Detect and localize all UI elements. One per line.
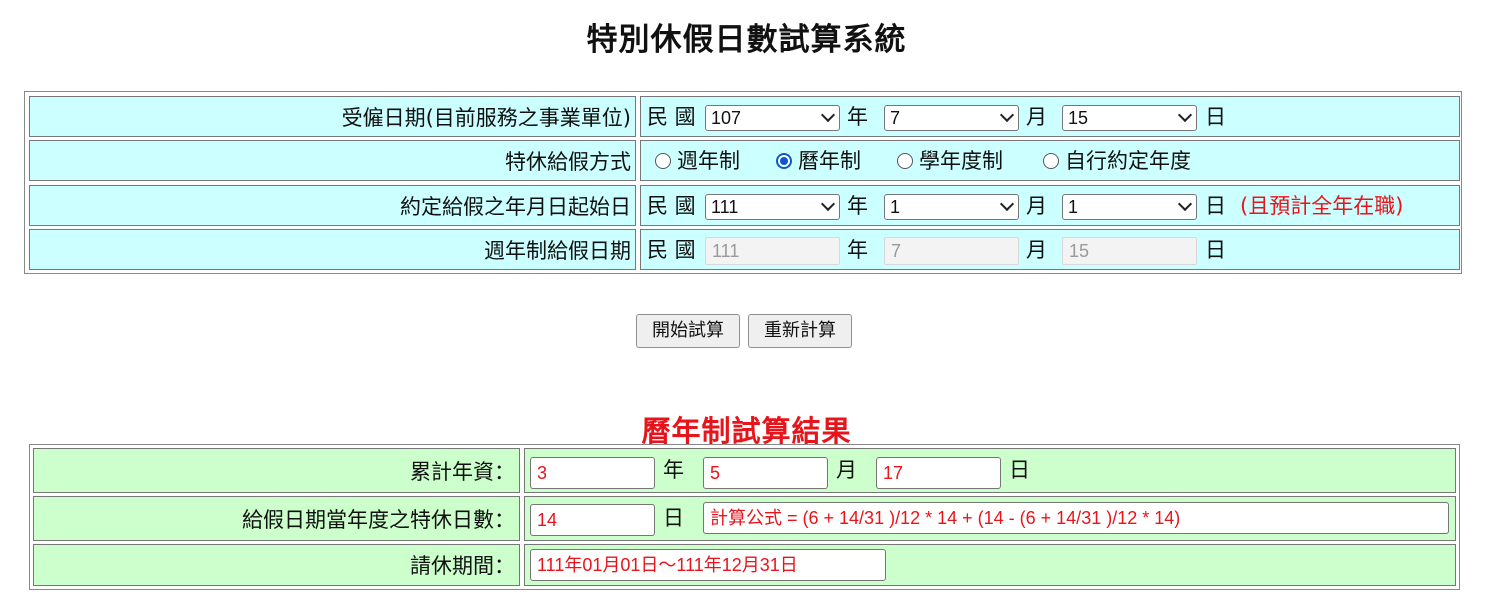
radio-custom-year[interactable]: [1043, 153, 1059, 169]
hire-month-value: 7: [890, 108, 901, 128]
agreed-year-value: 111: [711, 197, 739, 217]
anniversary-prefix: 民 國: [647, 238, 696, 262]
hire-year-select[interactable]: 107: [705, 105, 840, 131]
hire-date-label-text: 受僱日期(目前服務之事業單位): [341, 105, 631, 130]
seniority-days-field[interactable]: 17: [876, 457, 1001, 489]
leave-days-field[interactable]: 14: [530, 504, 655, 536]
hire-year-value: 107: [711, 108, 742, 128]
anniversary-year-unit: 年: [847, 238, 868, 262]
anniversary-date-label: 週年制給假日期: [29, 229, 636, 270]
leave-period-field[interactable]: 111年01月01日～111年12月31日: [530, 549, 886, 581]
reset-button[interactable]: 重新計算: [748, 314, 852, 348]
agreed-month-value: 1: [890, 197, 901, 217]
leave-period-label-text: 請休期間：: [410, 554, 515, 578]
anniversary-month-input[interactable]: 7: [884, 237, 1019, 265]
agreed-start-label-text: 約定給假之年月日起始日: [400, 194, 631, 219]
leave-period-label: 請休期間：: [33, 544, 520, 586]
chevron-down-icon: [1177, 196, 1193, 212]
hire-day-select[interactable]: 15: [1062, 105, 1197, 131]
chevron-down-icon: [820, 196, 836, 212]
seniority-label-text: 累計年資：: [410, 459, 515, 484]
radio-academic-year[interactable]: [897, 153, 913, 169]
seniority-years-unit: 年: [663, 458, 684, 482]
hire-day-unit: 日: [1205, 105, 1226, 129]
anniversary-year-input[interactable]: 111: [705, 237, 840, 265]
formula-field[interactable]: 計算公式 = (6 + 14/31 )/12 * 14 + (14 - (6 +…: [703, 502, 1449, 534]
agreed-year-unit: 年: [847, 194, 868, 218]
radio-anniversary-label[interactable]: 週年制: [677, 147, 740, 175]
hire-day-value: 15: [1068, 108, 1089, 128]
agreed-day-value: 1: [1068, 197, 1079, 217]
anniversary-day-unit: 日: [1205, 238, 1226, 262]
agreed-start-prefix: 民 國: [647, 194, 696, 218]
radio-academic-year-label[interactable]: 學年度制: [919, 147, 1003, 175]
full-year-note: (且預計全年在職): [1240, 194, 1404, 218]
radio-custom-year-label[interactable]: 自行約定年度: [1065, 147, 1191, 175]
anniversary-month-unit: 月: [1026, 238, 1047, 262]
leave-days-label: 給假日期當年度之特休日數：: [33, 496, 520, 541]
chevron-down-icon: [820, 107, 836, 123]
agreed-year-select[interactable]: 111: [705, 194, 840, 220]
page-title: 特別休假日數試算系統: [586, 22, 907, 58]
hire-date-prefix: 民 國: [647, 105, 696, 129]
chevron-down-icon: [999, 107, 1015, 123]
agreed-month-select[interactable]: 1: [884, 194, 1019, 220]
agreed-month-unit: 月: [1026, 194, 1047, 218]
radio-calendar-year-label[interactable]: 曆年制: [798, 147, 861, 175]
leave-days-unit: 日: [663, 506, 684, 530]
agreed-day-unit: 日: [1205, 194, 1226, 218]
leave-method-label: 特休給假方式: [29, 140, 636, 181]
hire-month-select[interactable]: 7: [884, 105, 1019, 131]
seniority-months-unit: 月: [836, 458, 857, 482]
start-calculation-button[interactable]: 開始試算: [636, 314, 740, 348]
radio-calendar-year[interactable]: [776, 153, 792, 169]
agreed-start-label: 約定給假之年月日起始日: [29, 185, 636, 226]
seniority-years-field[interactable]: 3: [530, 457, 655, 489]
seniority-months-field[interactable]: 5: [703, 457, 828, 489]
seniority-days-unit: 日: [1009, 458, 1030, 482]
anniversary-date-label-text: 週年制給假日期: [484, 238, 631, 263]
leave-days-label-text: 給假日期當年度之特休日數：: [242, 507, 515, 532]
radio-anniversary[interactable]: [655, 153, 671, 169]
hire-month-unit: 月: [1026, 105, 1047, 129]
hire-date-label: 受僱日期(目前服務之事業單位): [29, 96, 636, 137]
leave-method-label-text: 特休給假方式: [505, 149, 631, 174]
anniversary-day-input[interactable]: 15: [1062, 237, 1197, 265]
chevron-down-icon: [999, 196, 1015, 212]
agreed-day-select[interactable]: 1: [1062, 194, 1197, 220]
seniority-label: 累計年資：: [33, 448, 520, 493]
chevron-down-icon: [1177, 107, 1193, 123]
hire-year-unit: 年: [847, 105, 868, 129]
